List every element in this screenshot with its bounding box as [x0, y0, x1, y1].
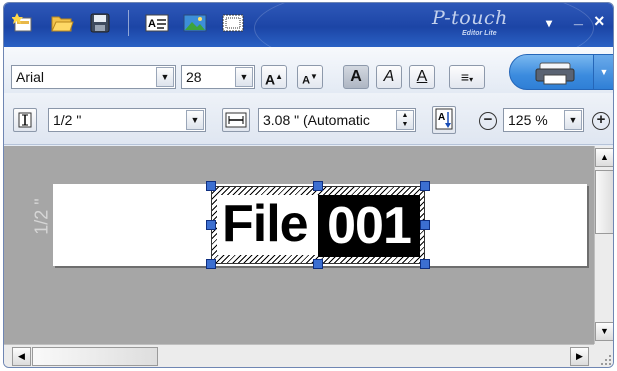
tape-width-ruler-label: 1/2 ": [31, 198, 52, 235]
resize-grip-icon: [601, 355, 611, 365]
open-button[interactable]: [48, 9, 76, 37]
app-window: A P-touch Editor Lite ▾ _ × Arial ▼ 28 ▼…: [3, 2, 614, 368]
label-length-icon: [225, 112, 247, 128]
text-direction-button[interactable]: A: [432, 106, 456, 134]
new-label-icon: [12, 13, 32, 32]
vertical-text-icon: A: [435, 108, 453, 130]
chevron-down-icon[interactable]: ▼: [235, 67, 253, 87]
label-canvas[interactable]: 1/2 " File 001: [4, 146, 594, 344]
horizontal-scrollbar[interactable]: ◀ ▶: [4, 344, 594, 367]
zoom-select[interactable]: 125 % ▼: [503, 108, 584, 132]
svg-text:A: A: [438, 112, 445, 123]
font-grow-icon: A: [264, 71, 276, 88]
font-toolbar: Arial ▼ 28 ▼ A▲ A▼ A A A ≡▾ ▼: [4, 47, 613, 93]
close-button[interactable]: ×: [594, 11, 605, 32]
printer-icon: [535, 62, 575, 85]
font-size-value: 28: [186, 69, 202, 85]
save-disk-icon: [90, 13, 110, 33]
quick-toolbar: A: [10, 9, 247, 37]
save-button[interactable]: [86, 9, 114, 37]
italic-icon: A: [383, 68, 395, 85]
print-button[interactable]: [509, 54, 601, 90]
bold-button[interactable]: A: [343, 65, 369, 89]
vertical-scroll-thumb[interactable]: [595, 170, 613, 234]
label-length-button[interactable]: [222, 108, 250, 132]
resize-handle-right[interactable]: [420, 220, 430, 230]
toolbar-separator: [128, 10, 129, 36]
insert-text-button[interactable]: A: [143, 9, 171, 37]
tape-width-value: 1/2 ": [53, 112, 82, 128]
chevron-down-icon[interactable]: ▼: [186, 110, 204, 130]
resize-handle-bottom[interactable]: [313, 259, 323, 269]
length-spinner[interactable]: ▲ ▼: [396, 110, 414, 130]
image-icon: [183, 14, 207, 32]
label-length-value: 3.08 " (Automatic: [263, 112, 370, 128]
underline-icon: A: [416, 68, 428, 85]
app-logo-subtitle: Editor Lite: [462, 30, 497, 37]
bold-icon: A: [350, 68, 362, 85]
tape-width-button[interactable]: [13, 108, 37, 132]
app-logo: P-touch: [432, 7, 508, 29]
resize-handle-top[interactable]: [313, 181, 323, 191]
title-bar: A P-touch Editor Lite ▾ _ ×: [4, 3, 613, 73]
svg-text:A: A: [148, 18, 156, 30]
folder-open-icon: [51, 16, 74, 32]
resize-handle-left[interactable]: [206, 220, 216, 230]
align-left-icon: ≡: [460, 69, 470, 85]
zoom-value: 125 %: [508, 112, 548, 128]
resize-grip[interactable]: [594, 344, 613, 367]
resize-handle-bottom-right[interactable]: [420, 259, 430, 269]
insert-frame-button[interactable]: [219, 9, 247, 37]
tape-width-icon: [18, 112, 32, 128]
insert-image-button[interactable]: [181, 9, 209, 37]
chevron-down-icon[interactable]: ▼: [156, 67, 174, 87]
minimize-button[interactable]: _: [574, 10, 583, 28]
scroll-up-button[interactable]: ▲: [595, 148, 613, 167]
frame-icon: [222, 14, 244, 32]
horizontal-scroll-thumb[interactable]: [32, 347, 158, 366]
italic-button[interactable]: A: [376, 65, 402, 89]
text-object-content[interactable]: File 001: [217, 195, 420, 257]
label-text: File: [222, 195, 309, 253]
layout-toolbar: 1/2 " ▼ 3.08 " (Automatic ▲▼ A − 125 %: [4, 93, 613, 145]
zoom-out-button[interactable]: −: [479, 112, 497, 130]
resize-handle-top-left[interactable]: [206, 181, 216, 191]
align-dropdown-button[interactable]: ≡▾: [449, 65, 485, 89]
tape-width-select[interactable]: 1/2 " ▼: [48, 108, 206, 132]
font-name-select[interactable]: Arial ▼: [11, 65, 176, 89]
scroll-left-button[interactable]: ◀: [12, 347, 31, 366]
zoom-in-button[interactable]: +: [592, 112, 610, 130]
font-name-value: Arial: [16, 69, 45, 85]
decrease-font-size-button[interactable]: A▼: [297, 65, 323, 89]
font-size-select[interactable]: 28 ▼: [181, 65, 255, 89]
selected-text-object[interactable]: File 001: [211, 186, 425, 264]
title-menu-button[interactable]: ▾: [546, 16, 552, 30]
resize-handle-bottom-left[interactable]: [206, 259, 216, 269]
print-options-button[interactable]: ▼: [593, 54, 613, 90]
label-text-highlighted: 001: [318, 195, 420, 257]
new-button[interactable]: [10, 9, 38, 37]
label-length-input[interactable]: 3.08 " (Automatic ▲ ▼: [258, 108, 416, 132]
underline-button[interactable]: A: [409, 65, 435, 89]
vertical-scrollbar[interactable]: ▲ ▼: [594, 146, 613, 344]
chevron-down-icon[interactable]: ▼: [564, 110, 582, 130]
font-shrink-icon: A: [302, 74, 311, 87]
scroll-down-button[interactable]: ▼: [595, 322, 613, 341]
scroll-right-button[interactable]: ▶: [570, 347, 589, 366]
resize-handle-top-right[interactable]: [420, 181, 430, 191]
increase-font-size-button[interactable]: A▲: [261, 65, 287, 89]
text-box-icon: A: [145, 14, 169, 32]
